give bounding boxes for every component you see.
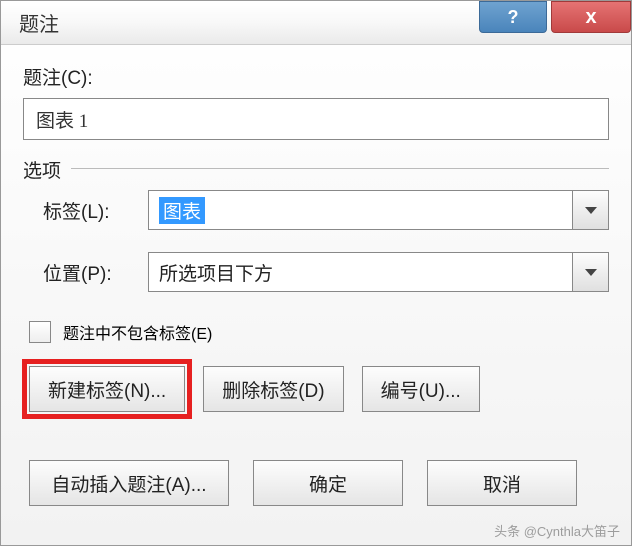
cancel-button-text: 取消 bbox=[483, 470, 521, 497]
label-combo-display: 图表 bbox=[148, 190, 573, 230]
caption-dialog: 题注 ? x 题注(C): 选项 标签(L): 图表 bbox=[0, 0, 632, 546]
label-field-label: 标签(L): bbox=[43, 197, 148, 224]
caption-label: 题注(C): bbox=[23, 63, 609, 90]
dialog-content: 题注(C): 选项 标签(L): 图表 位置(P): bbox=[1, 45, 631, 524]
options-group: 选项 标签(L): 图表 位置(P): 所选项目下方 bbox=[23, 156, 609, 412]
label-action-buttons: 新建标签(N)... 删除标签(D) 编号(U)... bbox=[23, 366, 609, 412]
numbering-button-text: 编号(U)... bbox=[381, 376, 461, 403]
label-combobox[interactable]: 图表 bbox=[148, 190, 609, 230]
titlebar: 题注 ? x bbox=[1, 1, 631, 45]
chevron-down-icon bbox=[585, 269, 597, 276]
exclude-checkbox[interactable] bbox=[29, 321, 51, 343]
titlebar-buttons: ? x bbox=[479, 1, 631, 44]
position-combo-value: 所选项目下方 bbox=[159, 259, 273, 286]
help-button[interactable]: ? bbox=[479, 1, 547, 33]
cancel-button[interactable]: 取消 bbox=[427, 460, 577, 506]
position-field-label: 位置(P): bbox=[43, 259, 148, 286]
new-label-button-text: 新建标签(N)... bbox=[48, 376, 166, 403]
close-button[interactable]: x bbox=[551, 1, 631, 33]
close-icon: x bbox=[585, 6, 596, 29]
delete-label-button-text: 删除标签(D) bbox=[222, 376, 324, 403]
ok-button-text: 确定 bbox=[309, 470, 347, 497]
options-legend: 选项 bbox=[23, 156, 67, 183]
position-combo-display: 所选项目下方 bbox=[148, 252, 573, 292]
dialog-action-buttons: 自动插入题注(A)... 确定 取消 bbox=[23, 460, 609, 506]
caption-input[interactable] bbox=[23, 98, 609, 140]
position-combo-button[interactable] bbox=[573, 252, 609, 292]
auto-caption-button[interactable]: 自动插入题注(A)... bbox=[29, 460, 229, 506]
dialog-title: 题注 bbox=[19, 8, 59, 37]
label-row: 标签(L): 图表 bbox=[23, 190, 609, 230]
watermark: 头条 @Cynthla大笛子 bbox=[494, 521, 620, 540]
label-combo-value: 图表 bbox=[159, 197, 205, 224]
ok-button[interactable]: 确定 bbox=[253, 460, 403, 506]
exclude-checkbox-label: 题注中不包含标签(E) bbox=[63, 320, 212, 344]
chevron-down-icon bbox=[585, 207, 597, 214]
group-divider bbox=[71, 168, 609, 169]
position-combobox[interactable]: 所选项目下方 bbox=[148, 252, 609, 292]
numbering-button[interactable]: 编号(U)... bbox=[362, 366, 480, 412]
exclude-checkbox-row: 题注中不包含标签(E) bbox=[23, 320, 609, 344]
new-label-button[interactable]: 新建标签(N)... bbox=[29, 366, 185, 412]
delete-label-button[interactable]: 删除标签(D) bbox=[203, 366, 343, 412]
help-icon: ? bbox=[508, 7, 519, 28]
auto-caption-button-text: 自动插入题注(A)... bbox=[51, 470, 206, 497]
position-row: 位置(P): 所选项目下方 bbox=[23, 252, 609, 292]
label-combo-button[interactable] bbox=[573, 190, 609, 230]
